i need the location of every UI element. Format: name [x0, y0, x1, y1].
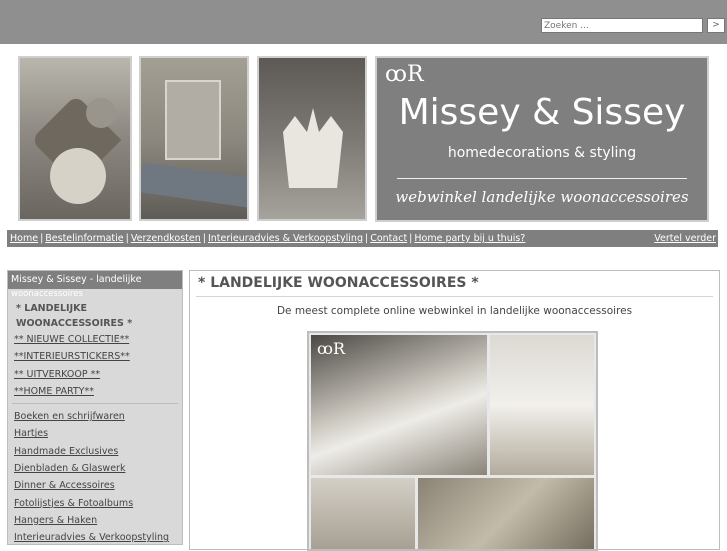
- sidebar-item-dinner[interactable]: Dinner & Accessoires: [14, 477, 182, 494]
- collage-logo-mark-icon: ꝏR: [317, 339, 346, 358]
- sidebar-header: Missey & Sissey - landelijke: [8, 271, 182, 289]
- banner-photo-hearts: [17, 55, 133, 222]
- sidebar-item-home-party[interactable]: **HOME PARTY**: [14, 383, 182, 400]
- nav-separator: |: [365, 233, 369, 244]
- nav-verzendkosten[interactable]: Verzendkosten: [131, 233, 201, 244]
- sidebar-item-handmade[interactable]: Handmade Exclusives: [14, 443, 182, 460]
- page-subtitle: De meest complete online webwinkel in la…: [276, 305, 633, 317]
- heart-shape-small: [86, 98, 116, 128]
- sidebar-item-interieurstickers[interactable]: **INTERIEURSTICKERS**: [14, 348, 182, 365]
- nav-interieuradvies[interactable]: Interieuradvies & Verkoopstyling: [208, 233, 363, 244]
- nav-home-party[interactable]: Home party bij u thuis?: [414, 233, 525, 244]
- nav-separator: |: [125, 233, 129, 244]
- sidebar-item-boeken[interactable]: Boeken en schrijfwaren: [14, 408, 182, 425]
- sidebar-item-hangers[interactable]: Hangers & Haken: [14, 512, 182, 529]
- logo-mark-icon: ꝏR: [385, 62, 424, 87]
- nav-home[interactable]: Home: [10, 233, 38, 244]
- header-banner: ꝏR Missey & Sissey homedecorations & sty…: [0, 44, 727, 230]
- nav-vertel-verder[interactable]: Vertel verder: [654, 230, 716, 247]
- logo-subtitle: homedecorations & styling: [447, 145, 637, 161]
- nav-separator: |: [409, 233, 413, 244]
- banner-photo-lantern: [138, 55, 250, 222]
- plate-shape: [50, 148, 106, 204]
- search-input[interactable]: [541, 18, 703, 33]
- sidebar-item-active[interactable]: * LANDELIJKE WOONACCESSOIRES *: [14, 301, 164, 331]
- banner-photo-crown: [256, 55, 368, 222]
- lantern-shape: [165, 80, 221, 160]
- fish-shape: [141, 162, 247, 208]
- sidebar-divider: [12, 403, 178, 405]
- nav-separator: |: [202, 233, 206, 244]
- sidebar-item-nieuwe-collectie[interactable]: ** NIEUWE COLLECTIE**: [14, 331, 182, 348]
- title-divider: [196, 296, 713, 297]
- sidebar-item-dienbladen[interactable]: Dienbladen & Glaswerk: [14, 460, 182, 477]
- site-logo[interactable]: ꝏR Missey & Sissey homedecorations & sty…: [375, 56, 709, 222]
- sidebar-item-interieuradvies[interactable]: Interieuradvies & Verkoopstyling: [14, 529, 182, 546]
- sidebar-list: * LANDELIJKE WOONACCESSOIRES * ** NIEUWE…: [8, 301, 182, 547]
- sidebar: Missey & Sissey - landelijke woonaccesso…: [7, 270, 183, 545]
- sidebar-item-fotolijstjes[interactable]: Fotolijstjes & Fotoalbums: [14, 495, 182, 512]
- sidebar-item-uitverkoop[interactable]: ** UITVERKOOP **: [14, 366, 182, 383]
- sidebar-header-overflow: woonaccessoires: [11, 289, 83, 299]
- collage-tile-wicker-balls: [418, 478, 594, 549]
- collage-tile-cabinet: [311, 478, 415, 549]
- sidebar-item-hartjes[interactable]: Hartjes: [14, 425, 182, 442]
- main-nav: Home | Bestelinformatie | Verzendkosten | Inte…: [7, 230, 718, 247]
- top-bar: >: [0, 0, 727, 44]
- main-content: * LANDELIJKE WOONACCESSOIRES * De meest …: [189, 270, 720, 551]
- crown-shape: [283, 108, 343, 188]
- nav-bestelinformatie[interactable]: Bestelinformatie: [45, 233, 123, 244]
- nav-separator: |: [40, 233, 44, 244]
- logo-tagline: webwinkel landelijke woonaccessoires: [395, 188, 689, 206]
- collage-tile-table-lamp: [490, 335, 594, 475]
- nav-contact[interactable]: Contact: [370, 233, 407, 244]
- logo-title: Missey & Sissey: [398, 92, 686, 133]
- product-collage-image[interactable]: ꝏR: [307, 331, 598, 551]
- page-title: * LANDELIJKE WOONACCESSOIRES *: [198, 275, 479, 291]
- logo-divider: [397, 178, 687, 179]
- search-submit-button[interactable]: >: [707, 18, 725, 33]
